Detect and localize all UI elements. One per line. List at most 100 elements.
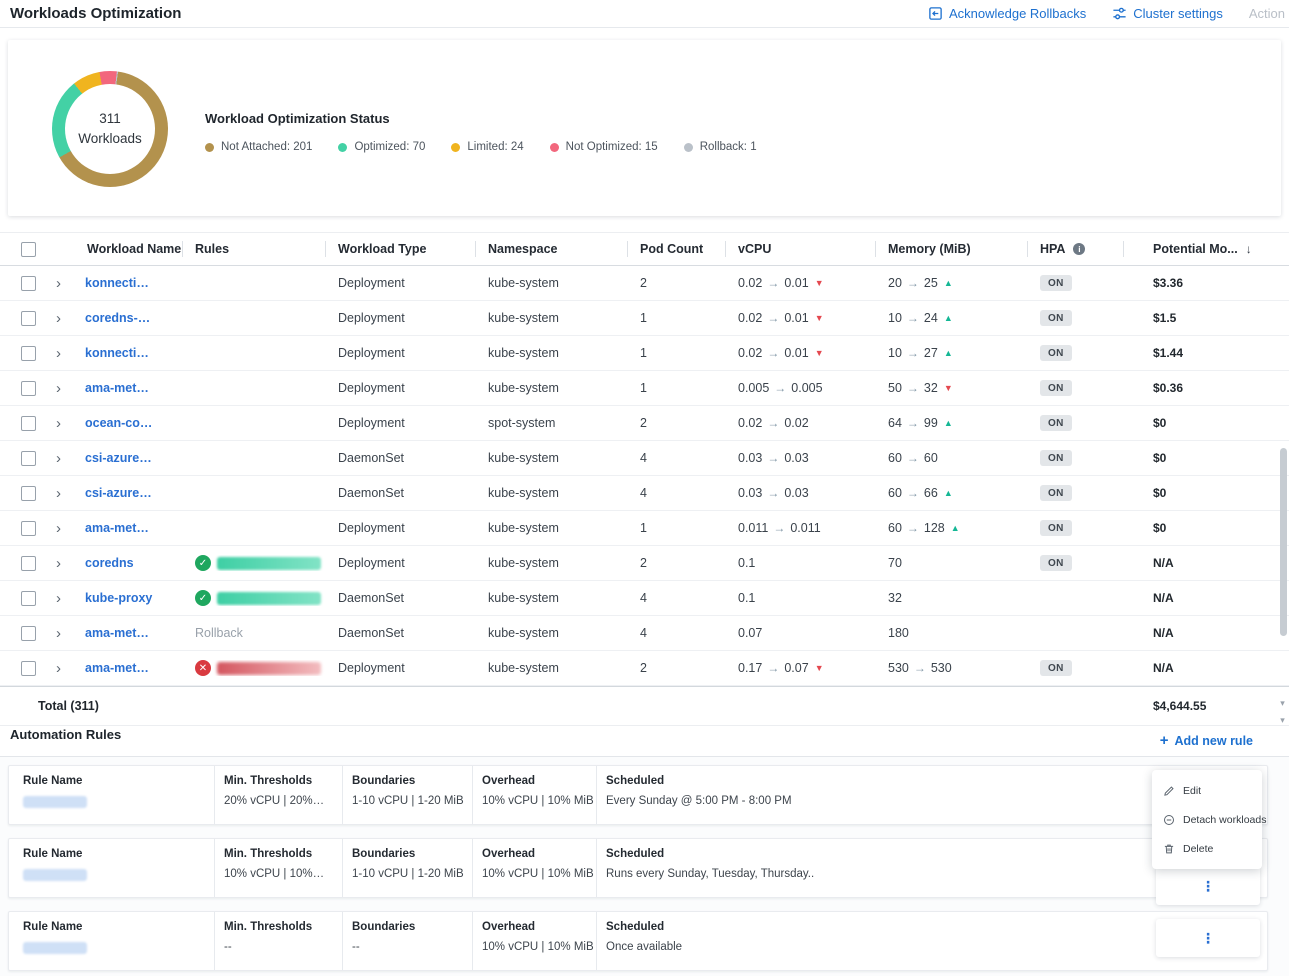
actions-menu-button[interactable]: Action [1249,6,1285,21]
hpa-badge: ON [1040,450,1072,466]
workload-name-link[interactable]: ama-met… [85,661,149,675]
menu-item-delete[interactable]: Delete [1152,834,1262,863]
hpa-info-icon[interactable]: i [1073,243,1085,255]
potential-cost-cell: N/A [1123,626,1289,640]
rule-status-text: Rollback [195,626,243,640]
namespace-cell: kube-system [475,346,627,360]
expand-chevron-icon[interactable]: › [46,556,74,571]
metric-current: 0.1 [738,556,755,570]
column-header-workload-type[interactable]: Workload Type [325,233,475,265]
workload-name-link[interactable]: ama-met… [85,626,149,640]
workload-name-link[interactable]: konnecti… [85,346,149,360]
row-checkbox[interactable] [21,661,36,676]
table-scrollbar[interactable] [1280,252,1287,686]
row-checkbox[interactable] [21,416,36,431]
row-checkbox[interactable] [21,346,36,361]
workload-name-link[interactable]: csi-azure… [85,451,152,465]
rule-cell: ✓ [182,555,325,571]
column-header-rules[interactable]: Rules [182,233,325,265]
cluster-settings-button[interactable]: Cluster settings [1112,6,1223,21]
menu-item-detach-workloads[interactable]: Detach workloads [1152,805,1262,834]
scrollbar-arrows[interactable]: ▾▾ [1277,695,1288,729]
pod-count-cell: 1 [627,521,725,535]
row-checkbox[interactable] [21,381,36,396]
column-header-namespace[interactable]: Namespace [475,233,627,265]
expand-chevron-icon[interactable]: › [46,346,74,361]
workload-name-link[interactable]: ama-met… [85,381,149,395]
expand-chevron-icon[interactable]: › [46,521,74,536]
column-header-memory[interactable]: Memory (MiB) [875,233,1027,265]
hpa-cell: ON [1027,520,1123,537]
workload-name-link[interactable]: coredns-… [85,311,150,325]
workload-name-link[interactable]: kube-proxy [85,591,152,605]
workload-status-donut-chart: 311 Workloads [52,71,168,187]
trend-up-icon: ▲ [944,419,953,428]
row-checkbox[interactable] [21,276,36,291]
rollback-icon [928,6,943,21]
menu-item-edit[interactable]: Edit [1152,776,1262,805]
row-checkbox[interactable] [21,521,36,536]
metric-current: 0.02 [738,346,762,360]
arrow-right-icon: → [767,416,779,430]
row-checkbox[interactable] [21,311,36,326]
workload-name-link[interactable]: csi-azure… [85,486,152,500]
legend-item: Limited: 24 [451,141,523,153]
row-checkbox[interactable] [21,556,36,571]
arrow-right-icon: → [907,521,919,535]
row-checkbox[interactable] [21,591,36,606]
add-new-rule-button[interactable]: + Add new rule [1160,733,1253,748]
trend-down-icon: ▼ [815,314,824,323]
rule-name-redacted [23,942,87,954]
pod-count-cell: 4 [627,591,725,605]
arrow-right-icon: → [907,451,919,465]
expand-chevron-icon[interactable]: › [46,486,74,501]
memory-cell: 10→27▲ [875,346,1027,360]
rule-cell: ✓ [182,590,325,606]
legend-item: Not Attached: 201 [205,141,312,153]
expand-chevron-icon[interactable]: › [46,451,74,466]
column-header-vcpu[interactable]: vCPU [725,233,875,265]
expand-chevron-icon[interactable]: › [46,311,74,326]
hpa-cell: ON [1027,660,1123,677]
expand-chevron-icon[interactable]: › [46,626,74,641]
expand-chevron-icon[interactable]: › [46,661,74,676]
rule-field-value: 10% vCPU | 10% MiB [482,795,590,807]
scrollbar-thumb[interactable] [1280,448,1287,636]
metric-current: 180 [888,626,909,640]
select-all-checkbox[interactable] [21,242,36,257]
workload-name-link[interactable]: ocean-co… [85,416,152,430]
legend-dot [451,143,460,152]
sort-descending-icon[interactable]: ↓ [1246,242,1252,256]
column-header-potential-cost[interactable]: Potential Mo... ↓ [1123,233,1289,265]
workload-total-count: 311 [99,109,121,129]
column-header-hpa[interactable]: HPA i [1027,233,1123,265]
potential-cost-cell: $0 [1123,486,1289,500]
workload-type-cell: Deployment [325,661,475,675]
row-checkbox[interactable] [21,451,36,466]
hpa-badge: ON [1040,485,1072,501]
sliders-icon [1112,6,1127,21]
expand-chevron-icon[interactable]: › [46,381,74,396]
rule-menu-button[interactable]: ⋮ [1156,867,1260,905]
rule-menu-button[interactable]: ⋮ [1156,919,1260,957]
metric-target: 66 [924,486,938,500]
memory-cell: 60→66▲ [875,486,1027,500]
row-checkbox[interactable] [21,486,36,501]
workload-name-link[interactable]: coredns [85,556,134,570]
acknowledge-rollbacks-button[interactable]: Acknowledge Rollbacks [928,6,1086,21]
detach-icon [1163,814,1175,826]
expand-chevron-icon[interactable]: › [46,591,74,606]
rule-field-value: Every Sunday @ 5:00 PM - 8:00 PM [606,795,1151,807]
column-header-workload-name[interactable]: Workload Name [74,233,182,265]
hpa-badge: ON [1040,380,1072,396]
workload-type-cell: Deployment [325,381,475,395]
hpa-cell: ON [1027,380,1123,397]
table-row: ›ama-met…Deploymentkube-system10.005→0.0… [0,371,1289,406]
expand-chevron-icon[interactable]: › [46,416,74,431]
workloads-table-body: ›konnecti…Deploymentkube-system20.02→0.0… [0,266,1289,686]
expand-chevron-icon[interactable]: › [46,276,74,291]
row-checkbox[interactable] [21,626,36,641]
column-header-pod-count[interactable]: Pod Count [627,233,725,265]
workload-name-link[interactable]: konnecti… [85,276,149,290]
workload-name-link[interactable]: ama-met… [85,521,149,535]
